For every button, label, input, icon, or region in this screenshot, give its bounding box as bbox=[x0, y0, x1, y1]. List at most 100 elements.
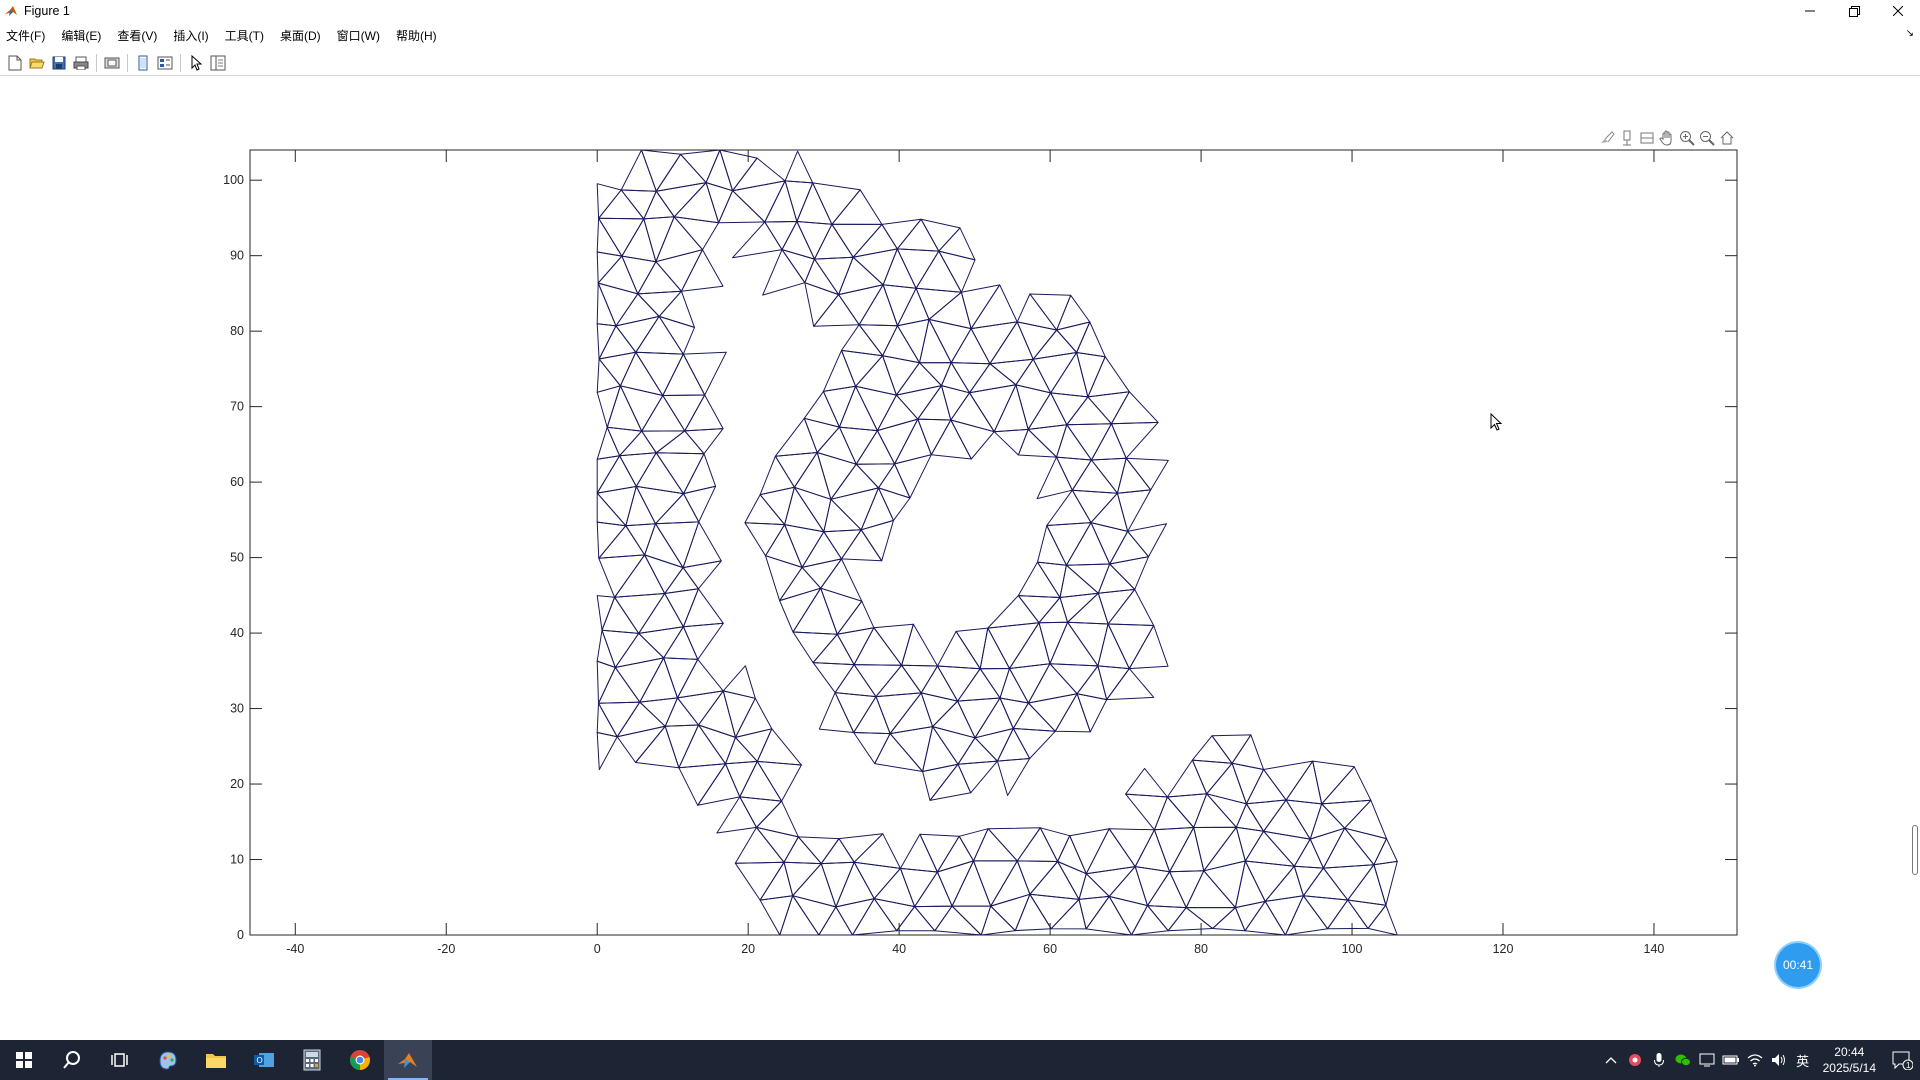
system-tray: 英 20:44 2025/5/14 1 bbox=[1599, 1040, 1920, 1080]
tray-app-button[interactable] bbox=[1623, 1040, 1647, 1080]
task-view-icon bbox=[111, 1053, 128, 1067]
network-app-icon bbox=[1628, 1054, 1641, 1066]
home-button[interactable] bbox=[1718, 129, 1736, 147]
matlab-icon bbox=[398, 1053, 417, 1068]
property-inspector-icon bbox=[157, 56, 173, 69]
print-button[interactable] bbox=[70, 52, 92, 74]
rotate-button[interactable] bbox=[1638, 129, 1656, 147]
x-tick-label: 140 bbox=[1644, 942, 1665, 956]
new-figure-button[interactable] bbox=[4, 52, 26, 74]
zoom-in-icon bbox=[1680, 131, 1695, 146]
recording-timer-badge[interactable]: 00:41 bbox=[1776, 943, 1820, 987]
y-tick-label: 50 bbox=[230, 551, 244, 565]
data-tip-button[interactable] bbox=[1618, 129, 1636, 147]
taskbar-chrome[interactable] bbox=[336, 1040, 384, 1080]
side-scroll-handle[interactable] bbox=[1912, 825, 1918, 875]
y-tick-label: 20 bbox=[230, 777, 244, 791]
x-tick-label: -20 bbox=[437, 942, 455, 956]
window-title: Figure 1 bbox=[24, 4, 70, 18]
taskbar-clock[interactable]: 20:44 2025/5/14 bbox=[1815, 1044, 1884, 1076]
minimize-button[interactable] bbox=[1788, 0, 1832, 22]
x-tick-label: 100 bbox=[1342, 942, 1363, 956]
paint-icon bbox=[159, 1051, 177, 1070]
link-plot-icon bbox=[138, 55, 148, 70]
dock-arrow-icon[interactable]: ↘ bbox=[1906, 28, 1914, 39]
x-tick-label: 20 bbox=[741, 942, 755, 956]
tray-microphone-button[interactable] bbox=[1647, 1040, 1671, 1080]
print-preview-button[interactable] bbox=[101, 52, 123, 74]
x-tick-label: 0 bbox=[594, 942, 601, 956]
task-view-button[interactable] bbox=[96, 1040, 144, 1080]
axes-toolbar bbox=[1598, 129, 1736, 147]
y-tick-label: 10 bbox=[230, 853, 244, 867]
mouse-cursor-icon bbox=[1490, 413, 1503, 431]
volume-icon bbox=[1771, 1054, 1785, 1066]
svg-text:O: O bbox=[257, 1056, 263, 1065]
tray-wechat-button[interactable] bbox=[1671, 1040, 1695, 1080]
y-tick-label: 0 bbox=[237, 928, 244, 942]
taskbar-outlook[interactable]: O bbox=[240, 1040, 288, 1080]
y-tick-label: 80 bbox=[230, 324, 244, 338]
menu-window[interactable]: 窗口(W) bbox=[337, 27, 380, 44]
notification-icon: 1 bbox=[1892, 1051, 1913, 1070]
panel-button[interactable] bbox=[207, 52, 229, 74]
wifi-icon bbox=[1747, 1054, 1763, 1067]
tray-overflow-button[interactable] bbox=[1599, 1040, 1623, 1080]
figure-canvas[interactable]: -40 -20 0 20 40 60 80 100 120 140 0 10 20 30 40 50 60 70 8… bbox=[0, 77, 1920, 1039]
save-icon bbox=[52, 56, 66, 69]
clock-date: 2025/5/14 bbox=[1822, 1061, 1876, 1075]
restore-button[interactable] bbox=[1832, 0, 1876, 22]
taskbar-calculator[interactable] bbox=[288, 1040, 336, 1080]
taskbar-file-explorer[interactable] bbox=[192, 1040, 240, 1080]
menu-insert[interactable]: 插入(I) bbox=[173, 27, 208, 44]
tray-wifi-button[interactable] bbox=[1743, 1040, 1767, 1080]
outlook-icon: O bbox=[254, 1053, 274, 1067]
print-icon bbox=[73, 56, 89, 70]
home-icon bbox=[1720, 131, 1734, 145]
menu-help[interactable]: 帮助(H) bbox=[396, 27, 437, 44]
restore-icon bbox=[1848, 5, 1860, 17]
toolbar-separator bbox=[96, 53, 97, 72]
taskbar-paint-app[interactable] bbox=[144, 1040, 192, 1080]
close-button[interactable] bbox=[1876, 0, 1920, 22]
window-titlebar: Figure 1 bbox=[0, 0, 1920, 22]
x-tick-label: 80 bbox=[1194, 942, 1208, 956]
menu-edit[interactable]: 编辑(E) bbox=[61, 27, 101, 44]
wechat-icon bbox=[1675, 1054, 1691, 1067]
display-icon bbox=[1699, 1053, 1715, 1067]
ime-indicator[interactable]: 英 bbox=[1791, 1040, 1815, 1080]
matlab-logo-icon bbox=[5, 6, 17, 16]
open-button[interactable] bbox=[26, 52, 48, 74]
taskbar-matlab[interactable] bbox=[384, 1040, 432, 1080]
edit-plot-button[interactable] bbox=[185, 52, 207, 74]
property-inspector-button[interactable] bbox=[154, 52, 176, 74]
save-button[interactable] bbox=[48, 52, 70, 74]
y-tick-label: 40 bbox=[230, 626, 244, 640]
mesh-plot[interactable]: -40 -20 0 20 40 60 80 100 120 140 0 10 20 30 40 50 60 70 8… bbox=[0, 77, 1920, 1039]
tray-display-button[interactable] bbox=[1695, 1040, 1719, 1080]
zoom-in-button[interactable] bbox=[1678, 129, 1696, 147]
menu-file[interactable]: 文件(F) bbox=[6, 27, 45, 44]
menu-tools[interactable]: 工具(T) bbox=[225, 27, 264, 44]
link-plot-button[interactable] bbox=[132, 52, 154, 74]
toolbar-separator bbox=[127, 53, 128, 72]
calculator-icon bbox=[303, 1049, 321, 1071]
notification-center-button[interactable]: 1 bbox=[1884, 1040, 1920, 1080]
pan-button[interactable] bbox=[1658, 129, 1676, 147]
toolbar-separator bbox=[180, 53, 181, 72]
menu-view[interactable]: 查看(V) bbox=[117, 27, 157, 44]
timer-text: 00:41 bbox=[1782, 958, 1814, 972]
search-button[interactable] bbox=[48, 1040, 96, 1080]
pan-icon bbox=[1659, 130, 1672, 146]
edit-plot-icon bbox=[191, 54, 202, 71]
tray-volume-button[interactable] bbox=[1767, 1040, 1791, 1080]
open-icon bbox=[29, 58, 45, 68]
x-tick-label: -40 bbox=[286, 942, 304, 956]
tray-battery-button[interactable] bbox=[1719, 1040, 1743, 1080]
zoom-out-button[interactable] bbox=[1698, 129, 1716, 147]
menu-desktop[interactable]: 桌面(D) bbox=[280, 27, 321, 44]
data-tip-icon bbox=[1623, 130, 1631, 146]
brush-button[interactable] bbox=[1598, 129, 1616, 147]
y-tick-label: 30 bbox=[230, 702, 244, 716]
start-button[interactable] bbox=[0, 1040, 48, 1080]
